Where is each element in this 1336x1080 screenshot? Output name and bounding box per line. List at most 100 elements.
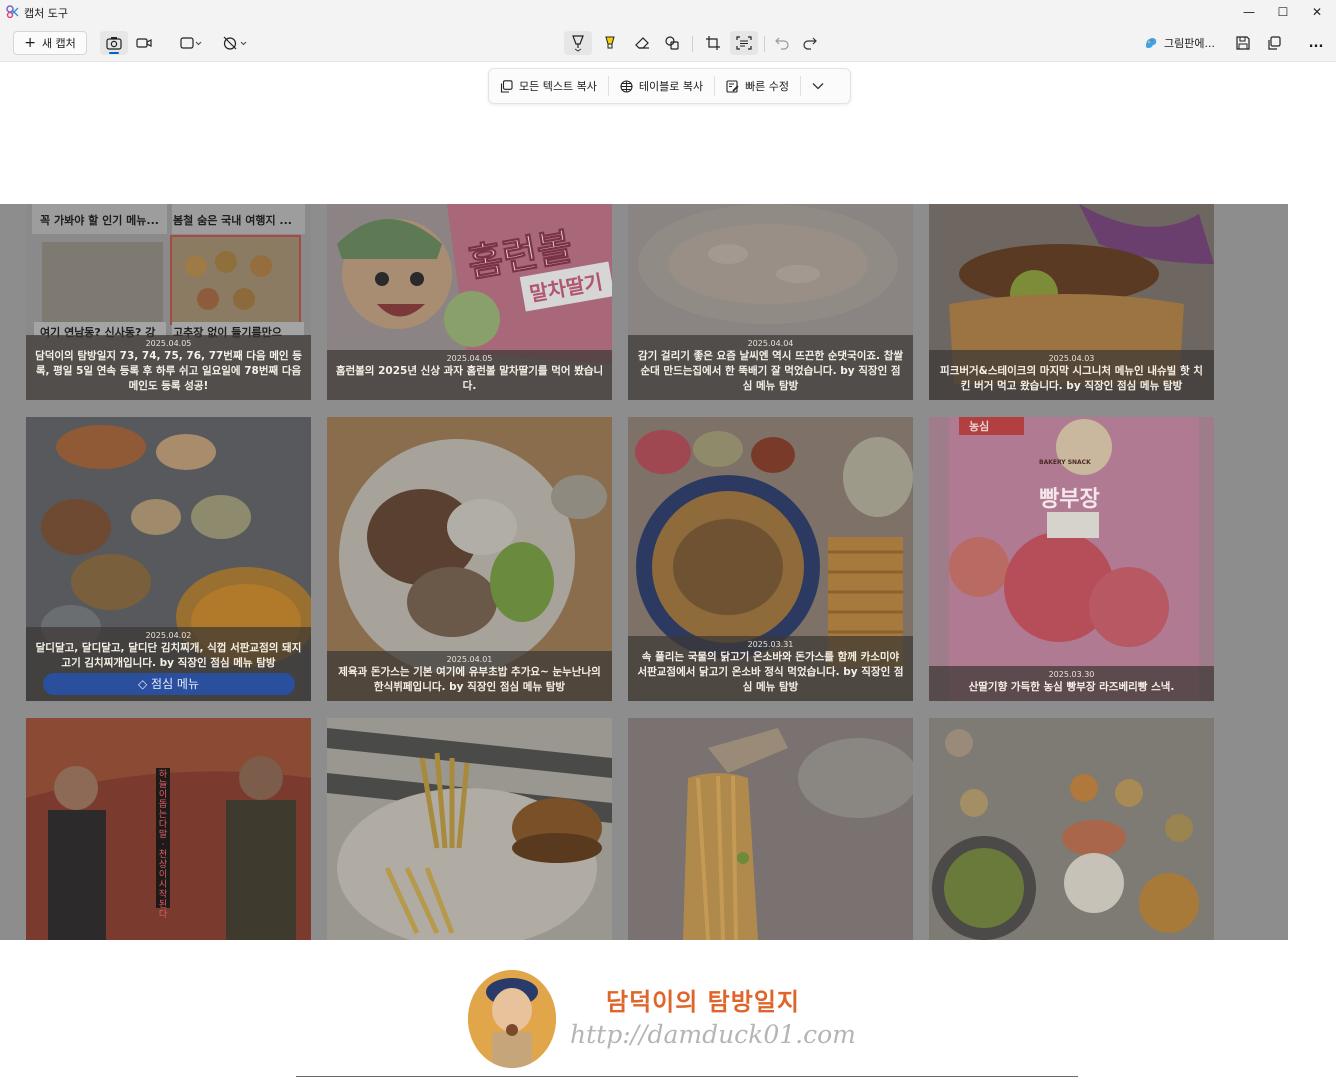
copy-button[interactable]: [1260, 31, 1288, 55]
post-date: 2025.04.05: [145, 339, 192, 348]
toolbar-divider: [692, 36, 693, 52]
copy-icon: [1268, 36, 1281, 50]
post-card: 2025.04.04 감기 걸리기 좋은 요즘 날씨엔 역시 뜨끈한 순댓국이죠…: [628, 204, 913, 400]
category-tag-button[interactable]: ◇ 점심 메뉴: [42, 673, 295, 695]
copy-as-table-label: 테이블로 복사: [638, 80, 704, 93]
chevron-down-icon: [812, 83, 824, 90]
post-card: 2025.03.31 속 풀리는 국물의 닭고기 온소바와 돈가스를 함께 카소…: [628, 417, 913, 701]
delay-dropdown[interactable]: [218, 31, 252, 55]
shapes-icon: [665, 36, 679, 50]
shapes-button[interactable]: [658, 31, 686, 55]
copy-all-text-label: 모든 텍스트 복사: [519, 80, 597, 93]
quick-redact-button[interactable]: 빠른 수정: [715, 69, 800, 103]
tag-icon: ◇: [137, 677, 148, 691]
copy-icon: [500, 79, 513, 93]
new-capture-label: 새 캡처: [41, 37, 76, 50]
post-title[interactable]: 담덕이의 탐방일지 73, 74, 75, 76, 77번째 다음 메인 등록,…: [34, 349, 303, 394]
plus-icon: +: [24, 35, 36, 51]
post-caption: 2025.03.31 속 풀리는 국물의 닭고기 온소바와 돈가스를 함께 카소…: [628, 636, 913, 701]
text-actions-icon: [736, 36, 752, 50]
avatar-image: [468, 970, 556, 1068]
post-date: 2025.04.04: [747, 339, 794, 348]
save-button[interactable]: [1229, 31, 1257, 55]
redo-icon: [803, 37, 817, 50]
post-caption: 2025.04.02 달디달고, 달디달고, 달디단 김치찌개, 식껍 서판교점…: [26, 627, 311, 701]
no-timer-icon: [223, 36, 247, 50]
post-date: 2025.04.03: [1048, 354, 1095, 363]
divider-line: [296, 1076, 1078, 1077]
package-badge: BAKERY SNACK: [1039, 459, 1091, 466]
crop-icon: [706, 36, 720, 50]
eraser-button[interactable]: [628, 31, 656, 55]
post-card: 하늘이 돕는다 말 · 천상이 시작된다: [26, 718, 311, 940]
text-actions-bar: 모든 텍스트 복사 테이블로 복사 빠른 수정: [488, 68, 851, 104]
eraser-icon: [635, 37, 649, 49]
package-brand: 빵부장: [1039, 487, 1100, 512]
post-title[interactable]: 감기 걸리기 좋은 요즘 날씨엔 역시 뜨끈한 순댓국이죠. 찹쌀순대 만드는집…: [636, 349, 905, 394]
copy-as-table-button[interactable]: 테이블로 복사: [609, 69, 714, 103]
crop-button[interactable]: [699, 31, 727, 55]
active-indicator: [109, 52, 119, 54]
maximize-button[interactable]: ☐: [1264, 0, 1302, 24]
video-mode-button[interactable]: [130, 31, 158, 55]
post-caption: 2025.04.03 피크버거&스테이크의 마지막 시그니처 메뉴인 내슈빌 핫…: [929, 350, 1214, 400]
post-title[interactable]: 피크버거&스테이크의 마지막 시그니처 메뉴인 내슈빌 핫 치킨 버거 먹고 왔…: [937, 364, 1206, 394]
post-title[interactable]: 산딸기향 가득한 농심 빵부장 라즈베리빵 스낵.: [937, 680, 1206, 695]
blog-avatar: [468, 970, 556, 1068]
post-thumbnail: [327, 718, 612, 940]
close-button[interactable]: ✕: [1298, 0, 1336, 24]
undo-button[interactable]: [768, 31, 796, 55]
post-title[interactable]: 제육과 돈가스는 기본 여기에 유부초밥 추가요~ 눈누난나의 한식뷔페입니다.…: [335, 665, 604, 695]
post-thumbnail: [628, 718, 913, 940]
post-caption: 2025.04.01 제육과 돈가스는 기본 여기에 유부초밥 추가요~ 눈누난…: [327, 651, 612, 701]
post-card: 농심 BAKERY SNACK 빵부장 2025.03.30 산딸기향 가득한 …: [929, 417, 1214, 701]
blog-title: 담덕이의 탐방일지: [606, 987, 800, 1016]
post-caption: 2025.04.05 홈런볼의 2025년 신상 과자 홈런볼 말차딸기를 먹어…: [327, 350, 612, 400]
rectangle-snip-icon: [180, 37, 202, 49]
screenshot-mode-button[interactable]: [100, 31, 128, 55]
camera-icon: [106, 37, 122, 50]
post-caption: 2025.04.05 담덕이의 탐방일지 73, 74, 75, 76, 77번…: [26, 335, 311, 400]
new-capture-button[interactable]: + 새 캡처: [13, 31, 87, 55]
highlighter-icon: [605, 36, 615, 49]
more-options-button[interactable]: ...: [1302, 31, 1330, 55]
post-card: [929, 718, 1214, 940]
related-post-title: 봄철 숨은 국내 여행지 ...: [173, 214, 292, 227]
post-caption: 2025.04.04 감기 걸리기 좋은 요즘 날씨엔 역시 뜨끈한 순댓국이죠…: [628, 335, 913, 400]
poster-vertical-text: 하늘이 돕는다 말 · 천상이 시작된다: [158, 770, 168, 920]
snipping-tool-icon: [6, 5, 19, 18]
window-title: 캡처 도구: [24, 7, 68, 20]
undo-icon: [775, 37, 789, 50]
redo-button[interactable]: [796, 31, 824, 55]
open-in-paint-button[interactable]: 그림판에...: [1144, 31, 1215, 55]
post-caption: 2025.03.30 산딸기향 가득한 농심 빵부장 라즈베리빵 스낵.: [929, 666, 1214, 701]
ballpoint-pen-button[interactable]: [564, 31, 592, 55]
post-thumbnail: [929, 718, 1214, 940]
post-card: [327, 718, 612, 940]
copy-all-text-button[interactable]: 모든 텍스트 복사: [489, 69, 608, 103]
post-date: 2025.03.30: [1048, 670, 1095, 679]
post-date: 2025.04.05: [446, 354, 493, 363]
more-text-actions-dropdown[interactable]: [801, 69, 835, 103]
table-icon: [620, 79, 633, 93]
highlighter-button[interactable]: [596, 31, 624, 55]
post-card: 2025.04.02 달디달고, 달디달고, 달디단 김치찌개, 식껍 서판교점…: [26, 417, 311, 701]
snip-shape-dropdown[interactable]: [174, 31, 208, 55]
minimize-button[interactable]: —: [1230, 0, 1268, 24]
post-title[interactable]: 홈런볼의 2025년 신상 과자 홈런볼 말차딸기를 먹어 봤습니다.: [335, 364, 604, 394]
post-date: 2025.03.31: [747, 640, 794, 649]
post-card: [628, 718, 913, 940]
redact-icon: [726, 79, 739, 93]
paint-icon: [1146, 38, 1157, 48]
captured-screenshot: 꼭 가봐야 할 인기 메뉴... 봄철 숨은 국내 여행지 ... 여기 연남동…: [0, 204, 1288, 940]
post-title[interactable]: 달디달고, 달디달고, 달디단 김치찌개, 식껍 서판교점의 돼지고기 김치찌개…: [34, 641, 303, 671]
text-actions-button[interactable]: [730, 31, 758, 55]
blog-url[interactable]: http://damduck01.com: [570, 1020, 856, 1049]
related-post-title: 꼭 가봐야 할 인기 메뉴...: [40, 214, 159, 227]
category-tag-label: 점심 메뉴: [151, 677, 200, 691]
toolbar-divider: [764, 36, 765, 52]
quick-redact-label: 빠른 수정: [745, 80, 790, 93]
post-card: 2025.04.01 제육과 돈가스는 기본 여기에 유부초밥 추가요~ 눈누난…: [327, 417, 612, 701]
video-camera-icon: [136, 38, 152, 48]
post-title[interactable]: 속 풀리는 국물의 닭고기 온소바와 돈가스를 함께 카소미야 서판교점에서 닭…: [636, 650, 905, 695]
